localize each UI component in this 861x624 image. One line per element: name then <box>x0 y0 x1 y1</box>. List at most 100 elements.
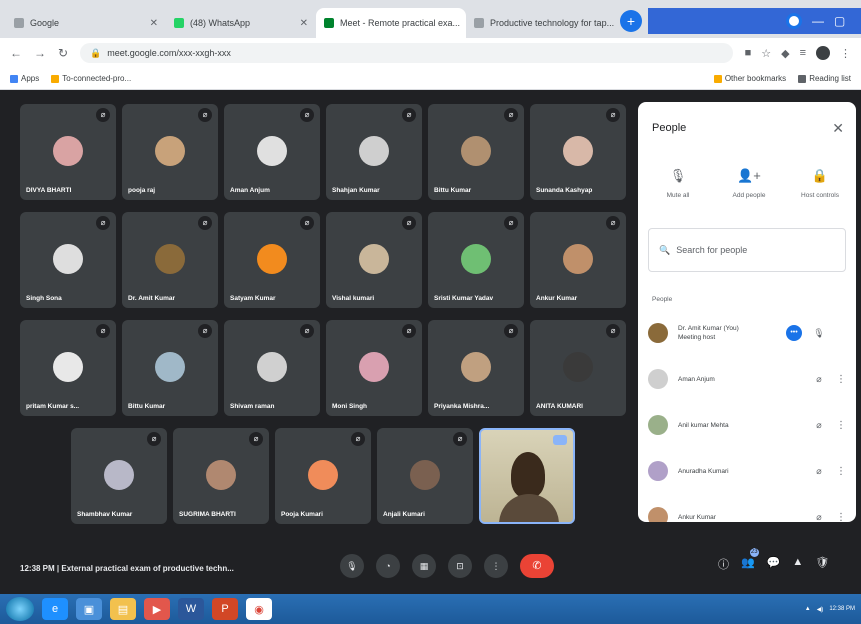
browser-tab[interactable]: Google ✕ <box>6 8 166 38</box>
participant-tile[interactable]: ⌀ Sristi Kumar Yadav <box>428 212 524 308</box>
more-button[interactable]: ⋮ <box>484 554 508 578</box>
mic-muted-icon[interactable]: ⌀ <box>812 512 826 523</box>
participant-tile[interactable]: ⌀ SUGRIMA BHARTI <box>173 428 269 524</box>
participant-tile[interactable]: ⌀ Satyam Kumar <box>224 212 320 308</box>
bookmark-item[interactable]: Other bookmarks <box>713 74 786 83</box>
participant-tile[interactable]: ⌀ Pooja Kumari <box>275 428 371 524</box>
new-tab-button[interactable]: + <box>620 10 642 32</box>
host-controls-icon[interactable]: 🛡 <box>815 556 829 572</box>
more-icon[interactable]: ⋮ <box>840 47 851 60</box>
explorer-icon[interactable]: ▣ <box>76 598 102 620</box>
clock[interactable]: 12:38 PM <box>829 606 855 612</box>
powerpoint-icon[interactable]: P <box>212 598 238 620</box>
mic-muted-icon[interactable]: 🎙 <box>812 328 826 339</box>
chat-icon[interactable]: 💬 <box>767 556 781 572</box>
participant-tile[interactable]: ⌀ Aman Anjum <box>224 104 320 200</box>
participant-list-item[interactable]: Dr. Amit Kumar (You) Meeting host ••• 🎙 <box>638 310 856 356</box>
star-icon[interactable]: ☆ <box>761 47 771 60</box>
avatar <box>155 136 185 166</box>
present-button[interactable]: ▦ <box>412 554 436 578</box>
participant-tile[interactable]: ⌀ Sunanda Kashyap <box>530 104 626 200</box>
extension-icon[interactable]: ◆ <box>781 47 789 60</box>
mute-all-button[interactable]: 🎙 Mute all <box>646 168 710 199</box>
avatar <box>461 352 491 382</box>
participant-tile[interactable]: ⌀ ANITA KUMARI <box>530 320 626 416</box>
mic-muted-icon[interactable]: ⌀ <box>812 374 826 385</box>
network-icon[interactable]: ▲ <box>805 606 811 612</box>
raise-button[interactable]: ⊡ <box>448 554 472 578</box>
close-icon[interactable]: ✕ <box>300 18 308 29</box>
more-options-icon[interactable]: ⋮ <box>836 420 846 431</box>
participant-tile[interactable]: ⌀ pritam Kumar s... <box>20 320 116 416</box>
bookmark-item[interactable]: Apps <box>10 74 39 83</box>
people-icon[interactable]: 👥 23 <box>741 548 759 572</box>
participant-name: pritam Kumar s... <box>26 403 80 410</box>
browser-tab-active[interactable]: Meet - Remote practical exa... ✕ <box>316 8 466 38</box>
close-icon[interactable]: ✕ <box>150 18 158 29</box>
participant-tile[interactable]: ⌀ Anjali Kumari <box>377 428 473 524</box>
activities-icon[interactable]: ▲ <box>792 556 803 572</box>
folder-icon[interactable]: ▤ <box>110 598 136 620</box>
media-icon[interactable]: ▶ <box>144 598 170 620</box>
browser-tab[interactable]: (48) WhatsApp ✕ <box>166 8 316 38</box>
people-search-input[interactable]: 🔍 Search for people <box>648 228 846 272</box>
more-options-icon[interactable]: ⋮ <box>836 512 846 523</box>
profile-avatar[interactable] <box>816 46 830 60</box>
meeting-details-icon[interactable]: ⓘ <box>718 556 729 572</box>
bookmark-item[interactable]: Reading list <box>798 74 851 83</box>
back-icon[interactable]: ← <box>10 46 22 60</box>
participant-tile[interactable]: ⌀ Vishal kumari <box>326 212 422 308</box>
participant-list-item[interactable]: Anil kumar Mehta ⌀ ⋮ <box>638 402 856 448</box>
host-controls-button[interactable]: 🔒 Host controls <box>788 168 852 199</box>
participant-name: Bittu Kumar <box>128 403 166 410</box>
address-bar[interactable]: 🔒 meet.google.com/xxx-xxgh-xxx <box>80 43 733 63</box>
mic-muted-icon[interactable]: ⌀ <box>812 466 826 477</box>
close-icon[interactable]: ✕ <box>832 120 844 137</box>
cc-button[interactable]: ◔ <box>376 554 400 578</box>
participant-list-item[interactable]: Anuradha Kumari ⌀ ⋮ <box>638 448 856 494</box>
participant-tile[interactable]: ⌀ Moni Singh <box>326 320 422 416</box>
mic-muted-icon[interactable]: ⌀ <box>812 420 826 431</box>
participant-name: Shambhav Kumar <box>77 511 133 518</box>
participant-tile[interactable]: ⌀ Shivam raman <box>224 320 320 416</box>
camera-icon[interactable]: ■ <box>745 47 752 59</box>
volume-icon[interactable]: ◀) <box>817 606 824 613</box>
meeting-details-icon-glyph: ⓘ <box>718 559 729 571</box>
menu-icon[interactable]: ≡ <box>800 47 806 59</box>
meet-stage: ⌀ DIVYA BHARTI ⌀ pooja raj ⌀ Aman Anjum ⌀ Shahj… <box>0 90 861 594</box>
minimize-icon[interactable]: — <box>812 14 824 28</box>
profile-icon[interactable] <box>786 13 802 29</box>
participant-tile[interactable]: ⌀ Shambhav Kumar <box>71 428 167 524</box>
bookmark-item[interactable]: To-connected-pro... <box>51 74 131 83</box>
person-head <box>511 452 545 498</box>
forward-icon[interactable]: → <box>34 46 46 60</box>
maximize-icon[interactable]: ▢ <box>834 14 845 28</box>
meeting-details[interactable]: 12:38 PM | External practical exam of pr… <box>20 564 234 573</box>
participant-tile[interactable]: ⌀ Priyanka Mishra... <box>428 320 524 416</box>
participant-tile[interactable]: ⌀ Singh Sona <box>20 212 116 308</box>
participant-tile[interactable]: ⌀ Ankur Kumar <box>530 212 626 308</box>
chrome-icon[interactable]: ◉ <box>246 598 272 620</box>
participant-tile[interactable]: ⌀ Dr. Amit Kumar <box>122 212 218 308</box>
self-video-tile[interactable] <box>479 428 575 524</box>
action-label: Mute all <box>666 192 690 199</box>
participant-tile[interactable]: ⌀ Shahjan Kumar <box>326 104 422 200</box>
pin-icon[interactable] <box>553 435 567 445</box>
more-options-icon[interactable]: ⋮ <box>836 466 846 477</box>
participant-list-item[interactable]: Ankur Kumar ⌀ ⋮ <box>638 494 856 522</box>
avatar <box>563 352 593 382</box>
word-icon[interactable]: W <box>178 598 204 620</box>
start-icon[interactable] <box>6 597 34 621</box>
ie-icon[interactable]: e <box>42 598 68 620</box>
participant-tile[interactable]: ⌀ Bittu Kumar <box>428 104 524 200</box>
participant-tile[interactable]: ⌀ Bittu Kumar <box>122 320 218 416</box>
participant-list-item[interactable]: Aman Anjum ⌀ ⋮ <box>638 356 856 402</box>
participant-tile[interactable]: ⌀ DIVYA BHARTI <box>20 104 116 200</box>
more-options-icon[interactable]: ⋮ <box>836 374 846 385</box>
reload-icon[interactable]: ↻ <box>58 46 68 60</box>
add-people-button[interactable]: 👤+ Add people <box>717 168 781 199</box>
end-call-button[interactable]: ✆ <box>520 554 554 578</box>
participant-tile[interactable]: ⌀ pooja raj <box>122 104 218 200</box>
mic-button[interactable]: 🎙 <box>340 554 364 578</box>
browser-tab[interactable]: Productive technology for tap... ✕ <box>466 8 616 38</box>
